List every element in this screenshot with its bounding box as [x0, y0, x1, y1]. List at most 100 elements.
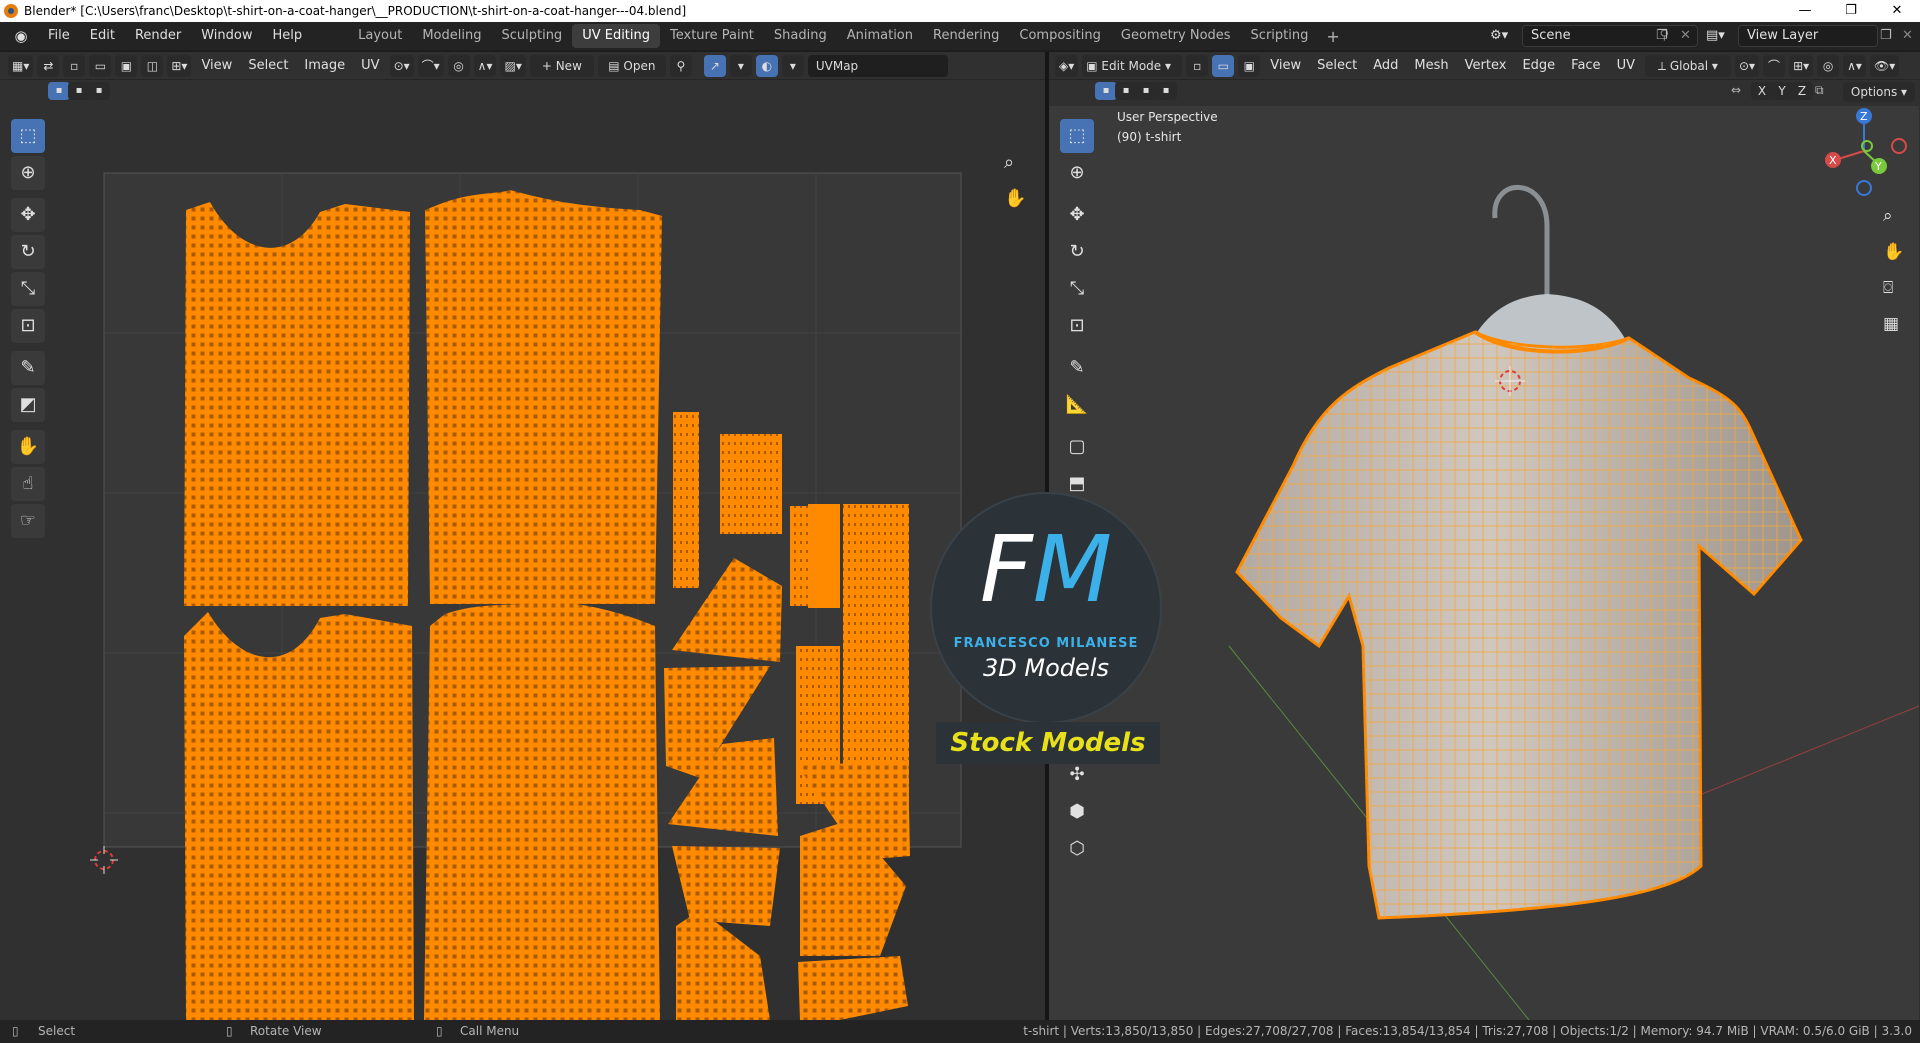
edge-mode-icon[interactable]: ▭ — [1212, 54, 1235, 77]
scene-selector[interactable]: Scene ⚲ — [1522, 25, 1698, 47]
mirror-y-toggle[interactable]: Y — [1771, 82, 1793, 100]
vp-menu-mesh[interactable]: Mesh — [1406, 52, 1456, 80]
add-cube-tool-icon[interactable]: ▢ — [1060, 430, 1094, 464]
vp-snap-target-icon[interactable]: ⊞▾ — [1789, 54, 1814, 77]
tab-rendering[interactable]: Rendering — [923, 24, 1009, 48]
vertex-mode-icon[interactable]: ▫ — [1186, 54, 1209, 77]
face-select-icon[interactable]: ▣ — [115, 54, 138, 77]
vp-menu-uv[interactable]: UV — [1609, 52, 1643, 80]
vp-select-new-icon[interactable]: ▪ — [1095, 82, 1117, 100]
uv-menu-uv[interactable]: UV — [353, 52, 387, 80]
island-select-icon[interactable]: ◫ — [141, 54, 164, 77]
snap-icon[interactable]: ⌒▾ — [417, 54, 444, 77]
overlay-toggle-icon[interactable]: ◐ — [755, 54, 778, 77]
vp-menu-vertex[interactable]: Vertex — [1457, 52, 1515, 80]
uv-menu-view[interactable]: View — [193, 52, 240, 80]
editor-type-icon[interactable]: ▦▾ — [8, 54, 34, 77]
vertex-select-icon[interactable]: ▫ — [63, 54, 86, 77]
select-mode-new-icon[interactable]: ▪ — [48, 82, 70, 100]
pan-hand-icon[interactable]: ✋ — [1004, 188, 1026, 209]
auto-merge-icon[interactable]: ⧉ — [1815, 83, 1824, 98]
gizmo-toggle-icon[interactable]: ↗ — [703, 54, 726, 77]
vp-pan-icon[interactable]: ✋ — [1883, 242, 1904, 262]
measure-tool-icon[interactable]: 📐 — [1060, 388, 1094, 422]
vp-menu-view[interactable]: View — [1262, 52, 1309, 80]
vp-select-subtract-icon[interactable]: ▪ — [1135, 82, 1157, 100]
grab-tool-icon[interactable]: ✋ — [11, 430, 45, 464]
annotate-tool-icon[interactable]: ✎ — [11, 351, 45, 385]
cursor-tool-icon[interactable]: ⊕ — [11, 156, 45, 190]
menu-render[interactable]: Render — [125, 22, 191, 50]
new-image-button[interactable]: + New — [529, 54, 594, 77]
navigation-gizmo[interactable]: Z X Y — [1819, 106, 1909, 196]
options-dropdown[interactable]: Options ▾ — [1843, 82, 1915, 102]
sticky-select-icon[interactable]: ⊞▾ — [167, 54, 192, 77]
orientation-selector[interactable]: ⟂ Global ▾ — [1644, 54, 1731, 77]
vp-select-extend-icon[interactable]: ▪ — [1115, 82, 1137, 100]
menu-window[interactable]: Window — [191, 22, 262, 50]
vp-menu-edge[interactable]: Edge — [1514, 52, 1563, 80]
vp-falloff-icon[interactable]: ∧▾ — [1843, 54, 1866, 77]
gizmo-dropdown-icon[interactable]: ▾ — [729, 54, 752, 77]
transform-tool-icon[interactable]: ⊡ — [11, 309, 45, 343]
tab-shading[interactable]: Shading — [764, 24, 837, 48]
vp-rotate-tool-icon[interactable]: ↻ — [1060, 235, 1094, 269]
menu-help[interactable]: Help — [263, 22, 313, 50]
zoom-icon[interactable]: ⌕ — [1004, 152, 1014, 173]
face-mode-icon[interactable]: ▣ — [1238, 54, 1261, 77]
relax-tool-icon[interactable]: ☝ — [11, 467, 45, 501]
vp-move-tool-icon[interactable]: ✥ — [1060, 198, 1094, 232]
vp-proportional-icon[interactable]: ◎ — [1817, 54, 1840, 77]
vp-menu-select[interactable]: Select — [1309, 52, 1365, 80]
blender-menu-icon[interactable]: ◉ — [10, 25, 32, 47]
mirror-x-toggle[interactable]: X — [1751, 82, 1773, 100]
scale-tool-icon[interactable]: ⤡ — [11, 272, 45, 306]
vp-cursor-tool-icon[interactable]: ⊕ — [1060, 156, 1094, 190]
scene-icon[interactable]: ⚙▾ — [1490, 25, 1520, 47]
mirror-icon[interactable]: ⇔ — [1731, 83, 1741, 97]
viewport-canvas[interactable]: User Perspective (90) t-shirt Z X Y ⌕ ✋ … — [1049, 106, 1920, 1021]
sync-selection-icon[interactable]: ⇄ — [37, 54, 60, 77]
uvmap-field[interactable]: UVMap — [807, 54, 948, 77]
uv-menu-select[interactable]: Select — [240, 52, 296, 80]
tab-texture-paint[interactable]: Texture Paint — [660, 24, 764, 48]
view-layer-icon[interactable]: ▤▾ — [1706, 25, 1725, 47]
uv-menu-image[interactable]: Image — [296, 52, 353, 80]
edge-select-icon[interactable]: ▭ — [89, 54, 112, 77]
viewport-editor-type-icon[interactable]: ◈▾ — [1055, 54, 1079, 77]
visibility-icon[interactable]: 👁▾ — [1869, 54, 1900, 77]
pivot-point-icon[interactable]: ⊙▾ — [1734, 54, 1760, 77]
select-mode-subtract-icon[interactable]: ▪ — [88, 82, 110, 100]
delete-view-layer-icon[interactable]: ✕ — [1902, 25, 1913, 47]
vp-menu-add[interactable]: Add — [1365, 52, 1406, 80]
vp-snap-icon[interactable]: ⌒ — [1763, 54, 1786, 77]
select-mode-extend-icon[interactable]: ▪ — [68, 82, 90, 100]
delete-scene-icon[interactable]: ✕ — [1680, 25, 1691, 47]
falloff-icon[interactable]: ∧▾ — [473, 54, 497, 77]
uv-canvas[interactable]: ⌕ ✋ — [0, 106, 1045, 1020]
maximize-button[interactable]: ❐ — [1828, 0, 1874, 22]
shear-tool-icon[interactable]: ⬢ — [1060, 795, 1094, 829]
pivot-icon[interactable]: ⊙▾ — [389, 54, 414, 77]
pin-icon[interactable]: ⚲ — [669, 54, 692, 77]
mirror-z-toggle[interactable]: Z — [1791, 82, 1813, 100]
minimize-button[interactable]: — — [1782, 0, 1828, 22]
tab-compositing[interactable]: Compositing — [1009, 24, 1111, 48]
close-button[interactable]: ✕ — [1874, 0, 1920, 22]
image-browse-icon[interactable]: ▨▾ — [500, 54, 526, 77]
move-tool-icon[interactable]: ✥ — [11, 198, 45, 232]
pinch-tool-icon[interactable]: ☞ — [11, 504, 45, 538]
proportional-icon[interactable]: ◎ — [447, 54, 470, 77]
tab-geometry-nodes[interactable]: Geometry Nodes — [1111, 24, 1241, 48]
view-layer-selector[interactable]: View Layer — [1738, 25, 1878, 47]
new-view-layer-icon[interactable]: ❐ — [1880, 25, 1892, 47]
rip-tool-icon[interactable]: ◩ — [11, 388, 45, 422]
menu-edit[interactable]: Edit — [80, 22, 125, 50]
menu-file[interactable]: File — [38, 22, 80, 50]
camera-view-icon[interactable]: ⌼ — [1883, 278, 1893, 298]
spin-tool-icon[interactable]: ⬡ — [1060, 832, 1094, 866]
vp-select-invert-icon[interactable]: ▪ — [1155, 82, 1177, 100]
tab-scripting[interactable]: Scripting — [1241, 24, 1319, 48]
tab-sculpting[interactable]: Sculpting — [491, 24, 572, 48]
uv-2d-cursor-icon[interactable] — [88, 844, 120, 876]
